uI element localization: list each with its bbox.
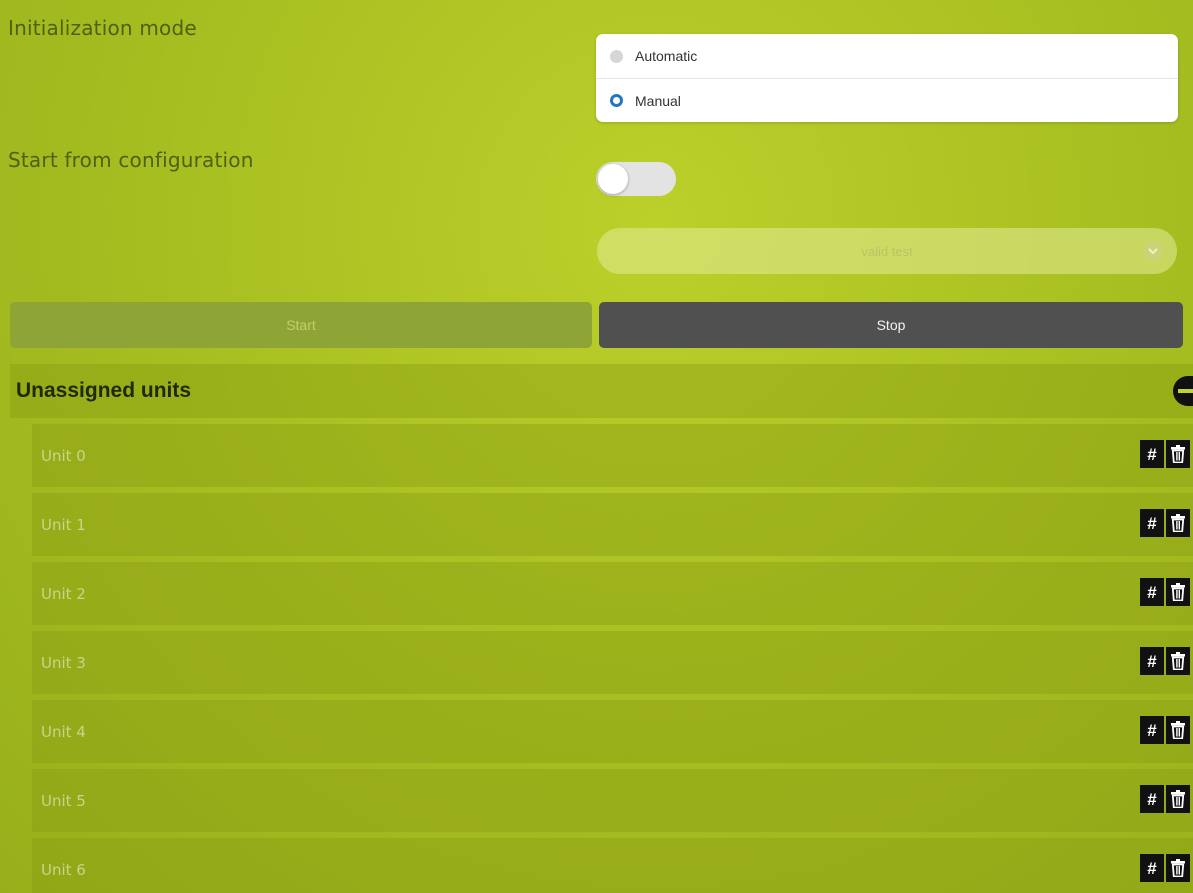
trash-icon [1171,583,1185,601]
radio-automatic[interactable]: Automatic [596,34,1178,78]
unit-id-button[interactable]: # [1140,647,1164,675]
trash-icon [1171,445,1185,463]
hash-icon: # [1147,789,1157,809]
unit-row[interactable]: Unit 1 # [32,493,1193,556]
unit-id-button[interactable]: # [1140,716,1164,744]
trash-icon [1171,652,1185,670]
radio-manual-label: Manual [635,92,681,109]
hash-icon: # [1147,651,1157,671]
unit-actions: # [1140,647,1190,675]
initialization-mode-label: Initialization mode [8,16,197,40]
unit-id-button[interactable]: # [1140,785,1164,813]
start-from-configuration-toggle[interactable] [596,162,676,196]
unit-list: Unit 0 # Unit 1 # Unit 2 # Unit 3 # Unit… [32,424,1193,893]
unit-row[interactable]: Unit 2 # [32,562,1193,625]
delete-unit-button[interactable] [1166,578,1190,606]
unit-row[interactable]: Unit 0 # [32,424,1193,487]
radio-unchecked-icon [610,49,623,63]
unit-row[interactable]: Unit 3 # [32,631,1193,694]
radio-manual[interactable]: Manual [596,78,1178,122]
unit-id-button[interactable]: # [1140,440,1164,468]
trash-icon [1171,721,1185,739]
delete-unit-button[interactable] [1166,785,1190,813]
unit-name: Unit 4 [41,722,86,741]
chevron-down-icon [1143,241,1163,261]
delete-unit-button[interactable] [1166,716,1190,744]
delete-unit-button[interactable] [1166,647,1190,675]
unit-actions: # [1140,578,1190,606]
radio-automatic-label: Automatic [635,48,698,64]
unit-actions: # [1140,854,1190,882]
stop-button[interactable]: Stop [599,302,1183,348]
unit-id-button[interactable]: # [1140,854,1164,882]
unit-name: Unit 1 [41,515,86,534]
start-button[interactable]: Start [10,302,592,348]
unassigned-units-header[interactable]: Unassigned units [10,364,1193,418]
unit-actions: # [1140,509,1190,537]
hash-icon: # [1147,582,1157,602]
unit-actions: # [1140,440,1190,468]
unit-actions: # [1140,785,1190,813]
unit-row[interactable]: Unit 5 # [32,769,1193,832]
trash-icon [1171,859,1185,877]
collapse-icon[interactable] [1173,376,1193,406]
unit-actions: # [1140,716,1190,744]
unit-id-button[interactable]: # [1140,509,1164,537]
delete-unit-button[interactable] [1166,440,1190,468]
configuration-select[interactable]: valid test [597,228,1177,274]
unit-name: Unit 2 [41,584,86,603]
start-from-configuration-label: Start from configuration [8,148,254,172]
trash-icon [1171,514,1185,532]
unit-row[interactable]: Unit 4 # [32,700,1193,763]
hash-icon: # [1147,858,1157,878]
unit-name: Unit 0 [41,446,86,465]
toggle-knob [598,164,628,194]
hash-icon: # [1147,444,1157,464]
unit-name: Unit 5 [41,791,86,810]
unit-row[interactable]: Unit 6 # [32,838,1193,893]
hash-icon: # [1147,513,1157,533]
section-title: Unassigned units [16,379,192,402]
initialization-mode-radio-group: Automatic Manual [596,34,1178,122]
configuration-select-value: valid test [861,243,913,259]
hash-icon: # [1147,720,1157,740]
delete-unit-button[interactable] [1166,509,1190,537]
unit-name: Unit 6 [41,860,86,879]
unit-id-button[interactable]: # [1140,578,1164,606]
radio-checked-icon [610,94,623,107]
delete-unit-button[interactable] [1166,854,1190,882]
trash-icon [1171,790,1185,808]
unit-name: Unit 3 [41,653,86,672]
